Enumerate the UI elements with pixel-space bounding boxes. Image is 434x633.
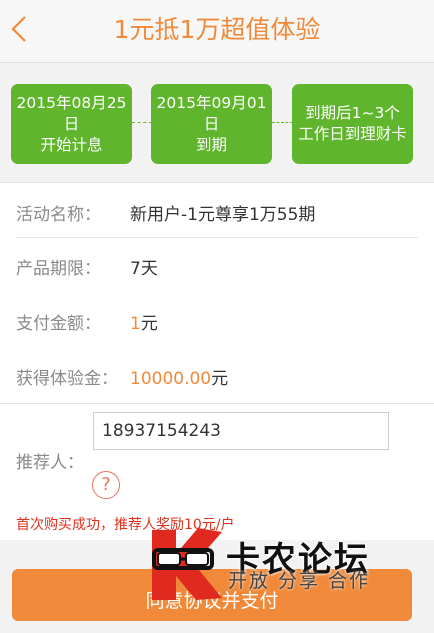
activity-row: 活动名称： 新用户-1元尊享1万55期 — [0, 192, 434, 232]
top-bar: 1元抵1万超值体验 — [0, 0, 434, 63]
term-value: 7天 — [130, 258, 158, 279]
step-line: 到期 — [195, 135, 227, 154]
gain-row: 获得体验金： 10000.00元 — [0, 356, 434, 396]
term-row: 产品期限： 7天 — [0, 246, 434, 286]
pay-row: 支付金额： 1元 — [0, 301, 434, 341]
activity-value: 新用户-1元尊享1万55期 — [130, 204, 316, 225]
referrer-input[interactable] — [93, 412, 389, 450]
timeline-step-payout: 到期后1~3个 工作日到理财卡 — [292, 84, 413, 164]
question-icon[interactable]: ? — [92, 471, 120, 499]
page-title: 1元抵1万超值体验 — [113, 15, 321, 44]
timeline-connector — [132, 122, 152, 123]
referrer-label: 推荐人： — [16, 453, 84, 473]
step-line: 日 — [203, 114, 220, 133]
agree-and-pay-button[interactable]: 同意协议并支付 — [12, 569, 412, 621]
pay-amount: 1 — [130, 313, 141, 334]
step-line: 到期后1~3个 — [305, 104, 400, 122]
gain-value: 10000.00元 — [130, 364, 228, 389]
gain-label: 获得体验金： — [16, 368, 118, 389]
gain-unit: 元 — [211, 368, 229, 389]
pay-value: 1元 — [130, 309, 158, 334]
step-line: 开始计息 — [40, 135, 103, 154]
step-line: 工作日到理财卡 — [298, 125, 407, 143]
step-line: 2015年09月01 — [156, 93, 267, 112]
step-line: 日 — [63, 114, 80, 133]
timeline-step-start: 2015年08月25 日 开始计息 — [11, 84, 132, 164]
product-info: 活动名称： 新用户-1元尊享1万55期 产品期限： 7天 支付金额： 1元 获得… — [0, 182, 434, 404]
gain-amount: 10000.00 — [130, 368, 212, 389]
pay-label: 支付金额： — [16, 313, 101, 334]
timeline-connector — [272, 122, 293, 123]
activity-label: 活动名称： — [16, 204, 101, 225]
timeline: 2015年08月25 日 开始计息 2015年09月01 日 到期 到期后1~3… — [0, 63, 434, 181]
divider — [16, 237, 418, 238]
promo-text: 首次购买成功，推荐人奖励10元/户 — [16, 517, 235, 533]
step-line: 2015年08月25 — [16, 93, 127, 112]
pay-unit: 元 — [140, 313, 158, 334]
timeline-step-maturity: 2015年09月01 日 到期 — [151, 84, 272, 164]
referrer-section: 推荐人： ? 首次购买成功，推荐人奖励10元/户 — [0, 404, 434, 540]
term-label: 产品期限： — [16, 258, 101, 279]
